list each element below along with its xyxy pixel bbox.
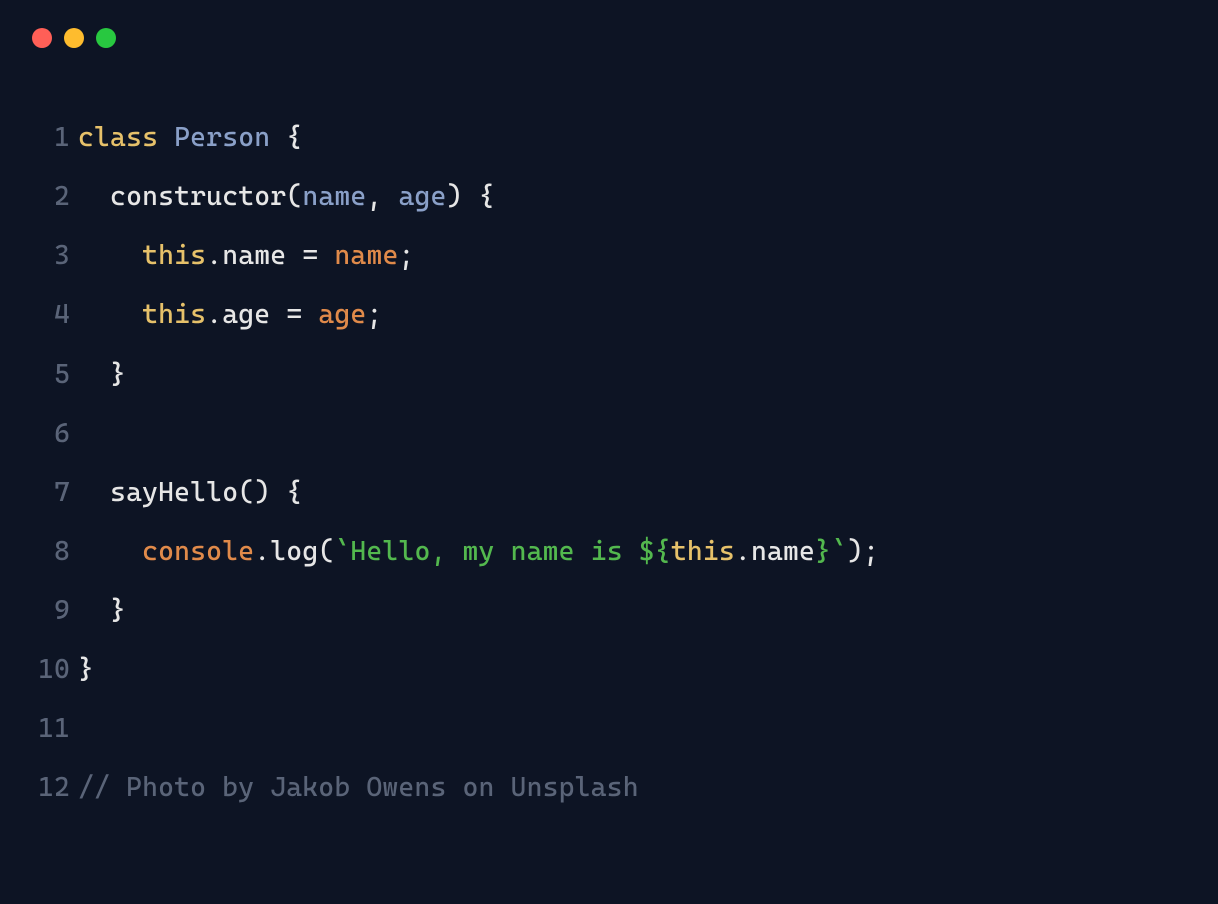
code-line[interactable]: 10} [30,640,1188,699]
code-token: ( [318,536,334,567]
line-number: 6 [30,404,78,463]
code-line[interactable]: 3 this.name = name; [30,226,1188,285]
code-token: . [206,240,222,271]
code-token: name [302,181,366,212]
code-content[interactable]: } [78,581,1188,640]
code-window: 1class Person {2 constructor(name, age) … [0,0,1218,904]
window-traffic-lights [30,28,1188,48]
code-token: // Photo by Jakob Owens on Unsplash [78,772,639,803]
code-token: age [222,299,270,330]
code-token: () [238,477,270,508]
code-token: } [110,359,126,390]
code-token: ); [847,536,879,567]
code-token [78,181,110,212]
code-token [270,299,286,330]
code-content[interactable] [78,699,1188,758]
code-content[interactable]: this.age = age; [78,285,1188,344]
code-token: { [286,122,302,153]
code-token: . [735,536,751,567]
code-token: age [318,299,366,330]
code-token: name [751,536,815,567]
code-token: name [334,240,398,271]
code-token [318,240,334,271]
code-line[interactable]: 12// Photo by Jakob Owens on Unsplash [30,758,1188,817]
code-token [382,181,398,212]
code-token: name [222,240,286,271]
code-line[interactable]: 2 constructor(name, age) { [30,167,1188,226]
code-token: ${ [639,536,671,567]
code-token [158,122,174,153]
line-number: 3 [30,226,78,285]
code-token: , [366,181,382,212]
code-token: ; [399,240,415,271]
code-line[interactable]: 6 [30,404,1188,463]
code-token: } [110,595,126,626]
code-content[interactable]: class Person { [78,108,1188,167]
code-token: } [815,536,831,567]
code-line[interactable]: 7 sayHello() { [30,463,1188,522]
code-content[interactable]: constructor(name, age) { [78,167,1188,226]
code-token: = [302,240,318,271]
code-token [78,240,142,271]
code-token: = [286,299,302,330]
code-token: console [142,536,254,567]
code-token [270,477,286,508]
minimize-window-button[interactable] [64,28,84,48]
code-token: ` [831,536,847,567]
code-line[interactable]: 11 [30,699,1188,758]
code-token: . [254,536,270,567]
code-token: this [671,536,735,567]
code-content[interactable] [78,404,1188,463]
close-window-button[interactable] [32,28,52,48]
code-token: this [142,240,206,271]
line-number: 4 [30,285,78,344]
code-content[interactable]: console.log(`Hello, my name is ${this.na… [78,522,1188,581]
zoom-window-button[interactable] [96,28,116,48]
code-content[interactable]: this.name = name; [78,226,1188,285]
code-token [78,299,142,330]
code-line[interactable]: 5 } [30,345,1188,404]
code-token: ) [447,181,463,212]
line-number: 12 [30,758,78,817]
code-token: class [78,122,158,153]
line-number: 7 [30,463,78,522]
line-number: 1 [30,108,78,167]
code-token: `Hello, my name is [334,536,638,567]
code-line[interactable]: 1class Person { [30,108,1188,167]
code-token: sayHello [110,477,238,508]
code-token: ; [366,299,382,330]
code-token [463,181,479,212]
code-token [78,536,142,567]
code-content[interactable]: } [78,640,1188,699]
code-token: log [270,536,318,567]
line-number: 5 [30,345,78,404]
line-number: 2 [30,167,78,226]
code-token: constructor [110,181,286,212]
line-number: 11 [30,699,78,758]
code-content[interactable]: sayHello() { [78,463,1188,522]
code-token: this [142,299,206,330]
code-token [78,595,110,626]
code-line[interactable]: 9 } [30,581,1188,640]
line-number: 9 [30,581,78,640]
line-number: 10 [30,640,78,699]
code-token: { [286,477,302,508]
code-token [302,299,318,330]
code-token [270,122,286,153]
code-content[interactable]: } [78,345,1188,404]
code-line[interactable]: 8 console.log(`Hello, my name is ${this.… [30,522,1188,581]
code-token: ( [286,181,302,212]
code-token: age [398,181,446,212]
line-number: 8 [30,522,78,581]
code-editor[interactable]: 1class Person {2 constructor(name, age) … [30,108,1188,818]
code-token [78,359,110,390]
code-token: . [206,299,222,330]
code-token: } [78,654,94,685]
code-token: Person [174,122,270,153]
code-token [286,240,302,271]
code-token [78,477,110,508]
code-content[interactable]: // Photo by Jakob Owens on Unsplash [78,758,1188,817]
code-line[interactable]: 4 this.age = age; [30,285,1188,344]
code-token: { [479,181,495,212]
